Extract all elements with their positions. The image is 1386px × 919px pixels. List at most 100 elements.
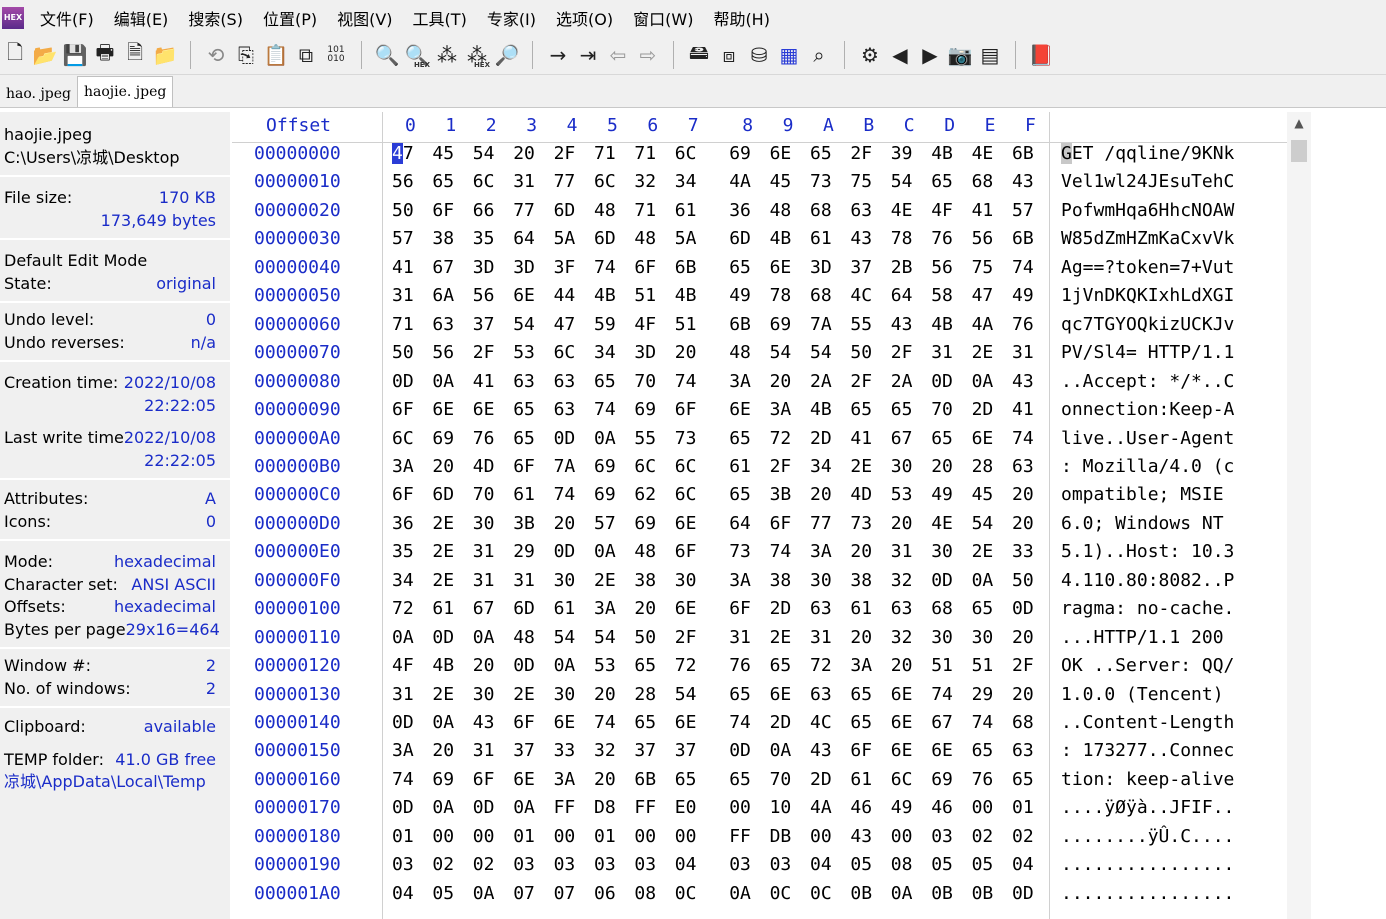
- hex-byte[interactable]: 00: [972, 797, 994, 818]
- next-icon[interactable]: ▶: [915, 40, 945, 70]
- hex-byte[interactable]: 65: [634, 712, 656, 733]
- hex-byte[interactable]: 2F: [473, 342, 495, 363]
- hex-byte[interactable]: 30: [554, 570, 576, 591]
- hex-byte[interactable]: 69: [432, 769, 454, 790]
- hex-byte[interactable]: 3A: [392, 740, 414, 761]
- menu-item[interactable]: 文件(F): [30, 6, 104, 30]
- hex-byte[interactable]: 6E: [891, 684, 913, 705]
- hex-byte[interactable]: 61: [850, 598, 872, 619]
- hex-byte[interactable]: 37: [675, 740, 697, 761]
- hex-byte[interactable]: 3D: [810, 257, 832, 278]
- hex-byte[interactable]: 6C: [634, 456, 656, 477]
- hex-byte[interactable]: 65: [634, 655, 656, 676]
- hex-byte[interactable]: 00: [634, 826, 656, 847]
- hex-byte[interactable]: 70: [931, 399, 953, 420]
- hex-byte[interactable]: 02: [432, 854, 454, 875]
- hex-byte[interactable]: 2E: [432, 541, 454, 562]
- hex-byte[interactable]: 54: [594, 627, 616, 648]
- hex-byte[interactable]: 0A: [594, 541, 616, 562]
- hex-byte[interactable]: 6F: [770, 513, 792, 534]
- hex-byte[interactable]: 6A: [432, 285, 454, 306]
- hex-byte[interactable]: 2F: [850, 143, 872, 164]
- hex-byte[interactable]: 3A: [594, 598, 616, 619]
- hex-byte[interactable]: 45: [432, 143, 454, 164]
- hex-byte[interactable]: 66: [473, 200, 495, 221]
- hex-byte[interactable]: 01: [513, 826, 535, 847]
- hex-byte[interactable]: 41: [392, 257, 414, 278]
- row-text[interactable]: 5.1)..Host: 10.3: [1061, 541, 1234, 562]
- hex-byte[interactable]: 6F: [634, 257, 656, 278]
- row-text[interactable]: tion: keep-alive: [1061, 769, 1234, 790]
- replace-icon[interactable]: ⁂: [432, 40, 462, 70]
- hex-byte[interactable]: 0A: [392, 627, 414, 648]
- hex-byte[interactable]: 70: [770, 769, 792, 790]
- hex-byte[interactable]: 00: [810, 826, 832, 847]
- hex-byte[interactable]: 70: [634, 371, 656, 392]
- menu-item[interactable]: 窗口(W): [623, 6, 703, 30]
- hex-byte[interactable]: 06: [594, 883, 616, 904]
- print-icon[interactable]: 🖶: [90, 40, 120, 70]
- hex-byte[interactable]: 65: [729, 257, 751, 278]
- hex-byte[interactable]: 02: [1012, 826, 1034, 847]
- hex-byte[interactable]: 4B: [675, 285, 697, 306]
- hex-byte[interactable]: 61: [513, 484, 535, 505]
- hex-byte[interactable]: 50: [1012, 570, 1034, 591]
- hex-byte[interactable]: 6C: [392, 428, 414, 449]
- help-book-icon[interactable]: 📕: [1026, 40, 1056, 70]
- hex-byte[interactable]: 0D: [1012, 883, 1034, 904]
- hex-byte[interactable]: 57: [1012, 200, 1034, 221]
- hex-byte[interactable]: 2E: [594, 570, 616, 591]
- hex-byte[interactable]: 64: [513, 228, 535, 249]
- hex-byte[interactable]: 30: [675, 570, 697, 591]
- hex-byte[interactable]: 77: [810, 513, 832, 534]
- hex-byte[interactable]: 73: [675, 428, 697, 449]
- hex-byte[interactable]: 65: [810, 143, 832, 164]
- hex-byte[interactable]: 2F: [675, 627, 697, 648]
- row-text[interactable]: ....ÿØÿà..JFIF..: [1061, 797, 1234, 818]
- menu-item[interactable]: 工具(T): [403, 6, 477, 30]
- row-text[interactable]: qc7TGYOQkizUCKJv: [1061, 314, 1234, 335]
- hex-byte[interactable]: 2E: [432, 513, 454, 534]
- hex-byte[interactable]: 03: [931, 826, 953, 847]
- hex-byte[interactable]: 34: [810, 456, 832, 477]
- hex-byte[interactable]: 4B: [594, 285, 616, 306]
- hex-byte[interactable]: 6E: [972, 428, 994, 449]
- hex-byte[interactable]: 37: [473, 314, 495, 335]
- hex-byte[interactable]: 00: [432, 826, 454, 847]
- hex-byte[interactable]: 76: [473, 428, 495, 449]
- hex-byte[interactable]: 0A: [432, 797, 454, 818]
- hex-byte[interactable]: 68: [810, 285, 832, 306]
- hex-byte[interactable]: 69: [594, 456, 616, 477]
- drive-icon[interactable]: ⛁: [744, 40, 774, 70]
- hex-byte[interactable]: 63: [513, 371, 535, 392]
- hex-byte[interactable]: 36: [729, 200, 751, 221]
- hex-byte[interactable]: 31: [891, 541, 913, 562]
- hex-byte[interactable]: 4B: [770, 228, 792, 249]
- save-icon[interactable]: 💾: [60, 40, 90, 70]
- hex-byte[interactable]: 05: [850, 854, 872, 875]
- hex-byte[interactable]: 67: [891, 428, 913, 449]
- hex-byte[interactable]: 6E: [513, 769, 535, 790]
- hex-byte[interactable]: 74: [594, 712, 616, 733]
- hex-byte[interactable]: 31: [513, 570, 535, 591]
- hex-byte[interactable]: 73: [729, 541, 751, 562]
- hex-byte[interactable]: 64: [729, 513, 751, 534]
- hex-byte[interactable]: 0A: [513, 797, 535, 818]
- hex-byte[interactable]: 5A: [554, 228, 576, 249]
- hex-byte[interactable]: 30: [891, 456, 913, 477]
- hex-byte[interactable]: 65: [850, 399, 872, 420]
- hex-byte[interactable]: 43: [473, 712, 495, 733]
- hex-byte[interactable]: 72: [392, 598, 414, 619]
- hex-byte[interactable]: 3D: [634, 342, 656, 363]
- hex-byte[interactable]: 28: [972, 456, 994, 477]
- hex-byte[interactable]: 32: [634, 171, 656, 192]
- hex-byte[interactable]: 55: [634, 428, 656, 449]
- hex-byte[interactable]: 77: [554, 171, 576, 192]
- binary-icon[interactable]: 101 010: [321, 40, 351, 70]
- hex-byte[interactable]: 6D: [513, 598, 535, 619]
- hex-byte[interactable]: 20: [850, 627, 872, 648]
- hex-byte[interactable]: 68: [931, 598, 953, 619]
- hex-byte[interactable]: 53: [513, 342, 535, 363]
- hex-byte[interactable]: 2D: [810, 769, 832, 790]
- hex-byte[interactable]: 04: [392, 883, 414, 904]
